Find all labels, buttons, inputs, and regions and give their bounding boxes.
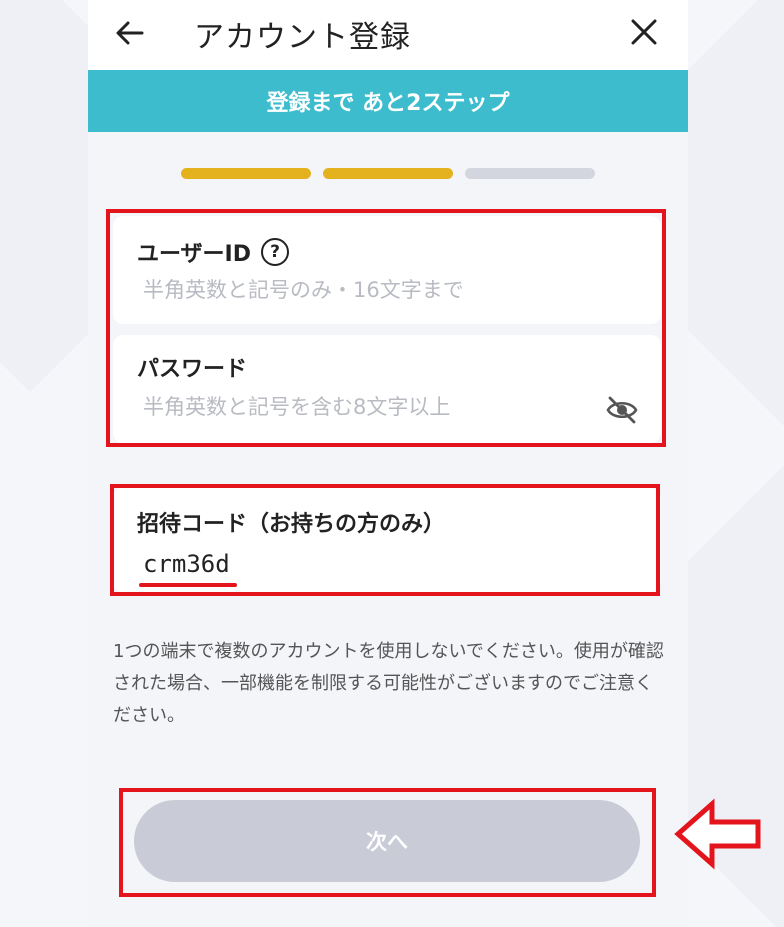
progress-step bbox=[181, 168, 311, 179]
invite-code-field[interactable]: 招待コード（お持ちの方のみ） crm36d bbox=[113, 488, 661, 592]
question-circle-icon[interactable]: ? bbox=[261, 238, 290, 266]
app-header: アカウント登録 bbox=[88, 0, 688, 70]
progress-steps bbox=[181, 168, 595, 179]
user-id-input[interactable] bbox=[143, 278, 583, 302]
arrow-left-outline-icon bbox=[674, 798, 761, 870]
arrow-left-icon[interactable] bbox=[112, 15, 148, 51]
user-id-label: ユーザーID bbox=[137, 242, 252, 267]
close-icon[interactable] bbox=[626, 14, 662, 50]
password-field: パスワード bbox=[113, 335, 661, 443]
registration-panel: 登録まで あと2ステップ ユーザーID ? パスワード 招待コード（お持ちの方の… bbox=[88, 70, 688, 927]
password-label: パスワード bbox=[137, 357, 248, 382]
invite-code-value: crm36d bbox=[143, 550, 230, 578]
invite-code-underline bbox=[139, 583, 237, 587]
invite-code-label: 招待コード（お持ちの方のみ） bbox=[137, 512, 446, 537]
progress-step bbox=[323, 168, 453, 179]
eye-slash-icon[interactable] bbox=[605, 395, 639, 425]
progress-step bbox=[465, 168, 595, 179]
password-input[interactable] bbox=[143, 395, 583, 419]
multi-account-notice: 1つの端末で複数のアカウントを使用しないでください。使用が確認された場合、一部機… bbox=[113, 641, 664, 726]
steps-remaining-banner: 登録まで あと2ステップ bbox=[88, 70, 688, 132]
user-id-label-row: ユーザーID ? bbox=[137, 236, 290, 268]
user-id-field: ユーザーID ? bbox=[113, 216, 661, 324]
page-title: アカウント登録 bbox=[194, 20, 411, 55]
help-icon-glyph: ? bbox=[270, 242, 280, 262]
next-button[interactable]: 次へ bbox=[134, 800, 640, 882]
